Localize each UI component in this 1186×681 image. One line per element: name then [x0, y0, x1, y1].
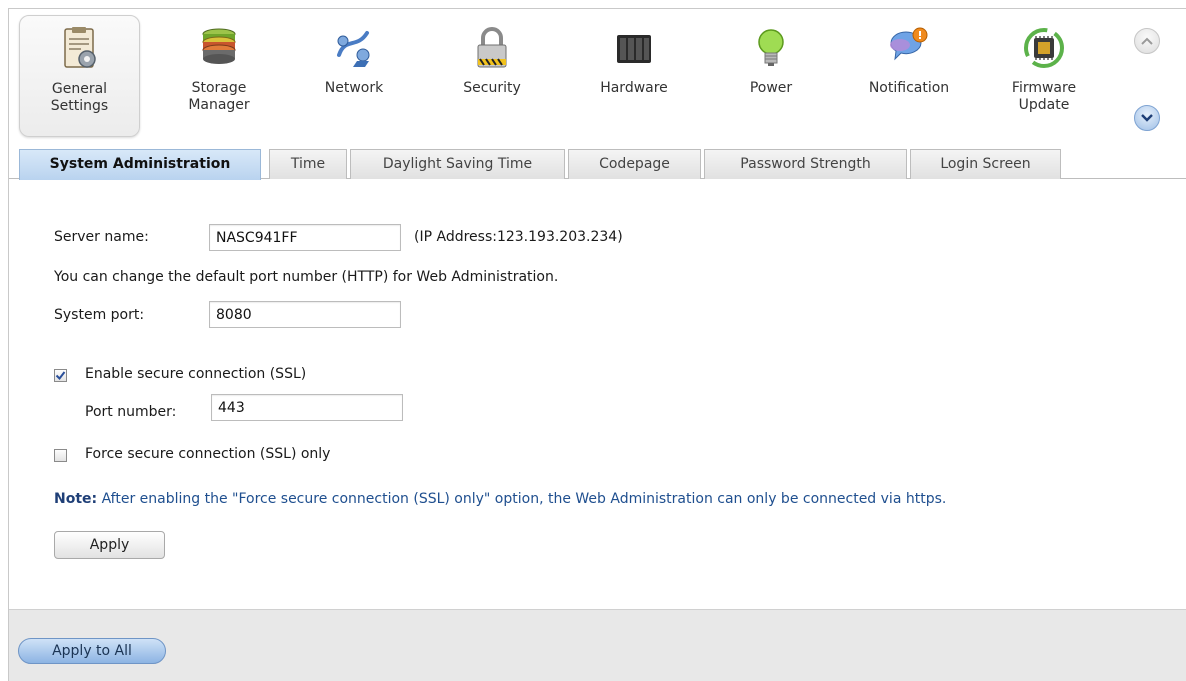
tool-notification[interactable]: Notification — [854, 15, 964, 137]
apply-button[interactable]: Apply — [54, 531, 165, 559]
tab-time[interactable]: Time — [269, 149, 347, 179]
note-text: Note: After enabling the "Force secure c… — [54, 491, 946, 507]
settings-toolbar: General Settings Storage Manager Network… — [9, 9, 1186, 149]
system-port-input[interactable] — [209, 301, 401, 328]
note-body: After enabling the "Force secure connect… — [97, 491, 947, 507]
tool-label: Hardware — [600, 80, 668, 96]
footer-bar: Apply to All — [9, 609, 1186, 681]
tool-hardware[interactable]: Hardware — [584, 15, 684, 137]
note-prefix: Note: — [54, 491, 98, 507]
scroll-up-button[interactable] — [1134, 28, 1160, 54]
force-ssl-checkbox[interactable] — [54, 449, 67, 462]
ip-address-text: (IP Address:123.193.203.234) — [414, 229, 623, 245]
tool-security[interactable]: Security — [447, 15, 537, 137]
tool-label: Security — [463, 80, 521, 96]
ssl-port-input[interactable] — [211, 394, 403, 421]
app-frame: General Settings Storage Manager Network… — [8, 8, 1186, 681]
apply-to-all-button[interactable]: Apply to All — [18, 638, 166, 664]
tab-system-administration[interactable]: System Administration — [19, 149, 261, 180]
lock-icon — [477, 27, 507, 68]
tool-network[interactable]: Network — [309, 15, 399, 137]
notification-icon — [890, 27, 928, 61]
ssl-checkbox[interactable] — [54, 369, 67, 382]
chevron-up-icon — [1141, 37, 1153, 45]
tool-label: Storage Manager — [188, 80, 250, 113]
tool-firmware-update[interactable]: Firmware Update — [999, 15, 1089, 137]
tool-label: Power — [749, 80, 793, 96]
tool-label: Network — [324, 80, 384, 96]
network-icon — [337, 31, 370, 67]
tool-label: Notification — [868, 80, 950, 96]
tab-login-screen[interactable]: Login Screen — [910, 149, 1061, 179]
tab-codepage[interactable]: Codepage — [568, 149, 701, 179]
ssl-port-label: Port number: — [85, 404, 177, 420]
chevron-down-icon — [1141, 114, 1153, 122]
system-port-label: System port: — [54, 307, 145, 323]
tab-daylight-saving-time[interactable]: Daylight Saving Time — [350, 149, 565, 179]
tab-bar: System Administration Time Daylight Savi… — [9, 148, 1186, 180]
server-name-input[interactable] — [209, 224, 401, 251]
checkmark-icon — [55, 371, 66, 381]
force-ssl-label: Force secure connection (SSL) only — [85, 446, 331, 462]
general-settings-icon — [63, 27, 96, 68]
tool-label: Firmware Update — [1011, 80, 1077, 113]
tool-storage-manager[interactable]: Storage Manager — [169, 15, 269, 137]
scroll-down-button[interactable] — [1134, 105, 1160, 131]
port-hint-text: You can change the default port number (… — [54, 269, 559, 285]
tool-general-settings[interactable]: General Settings — [19, 15, 140, 137]
ssl-label: Enable secure connection (SSL) — [85, 366, 307, 382]
storage-icon — [202, 28, 236, 64]
system-administration-panel: Server name: (IP Address:123.193.203.234… — [9, 179, 1186, 609]
tool-power[interactable]: Power — [731, 15, 811, 137]
chip-icon — [1024, 28, 1064, 68]
server-name-label: Server name: — [54, 229, 149, 245]
hardware-icon — [617, 35, 651, 63]
lightbulb-icon — [758, 29, 784, 66]
tool-label: General Settings — [50, 81, 109, 114]
tab-password-strength[interactable]: Password Strength — [704, 149, 907, 179]
